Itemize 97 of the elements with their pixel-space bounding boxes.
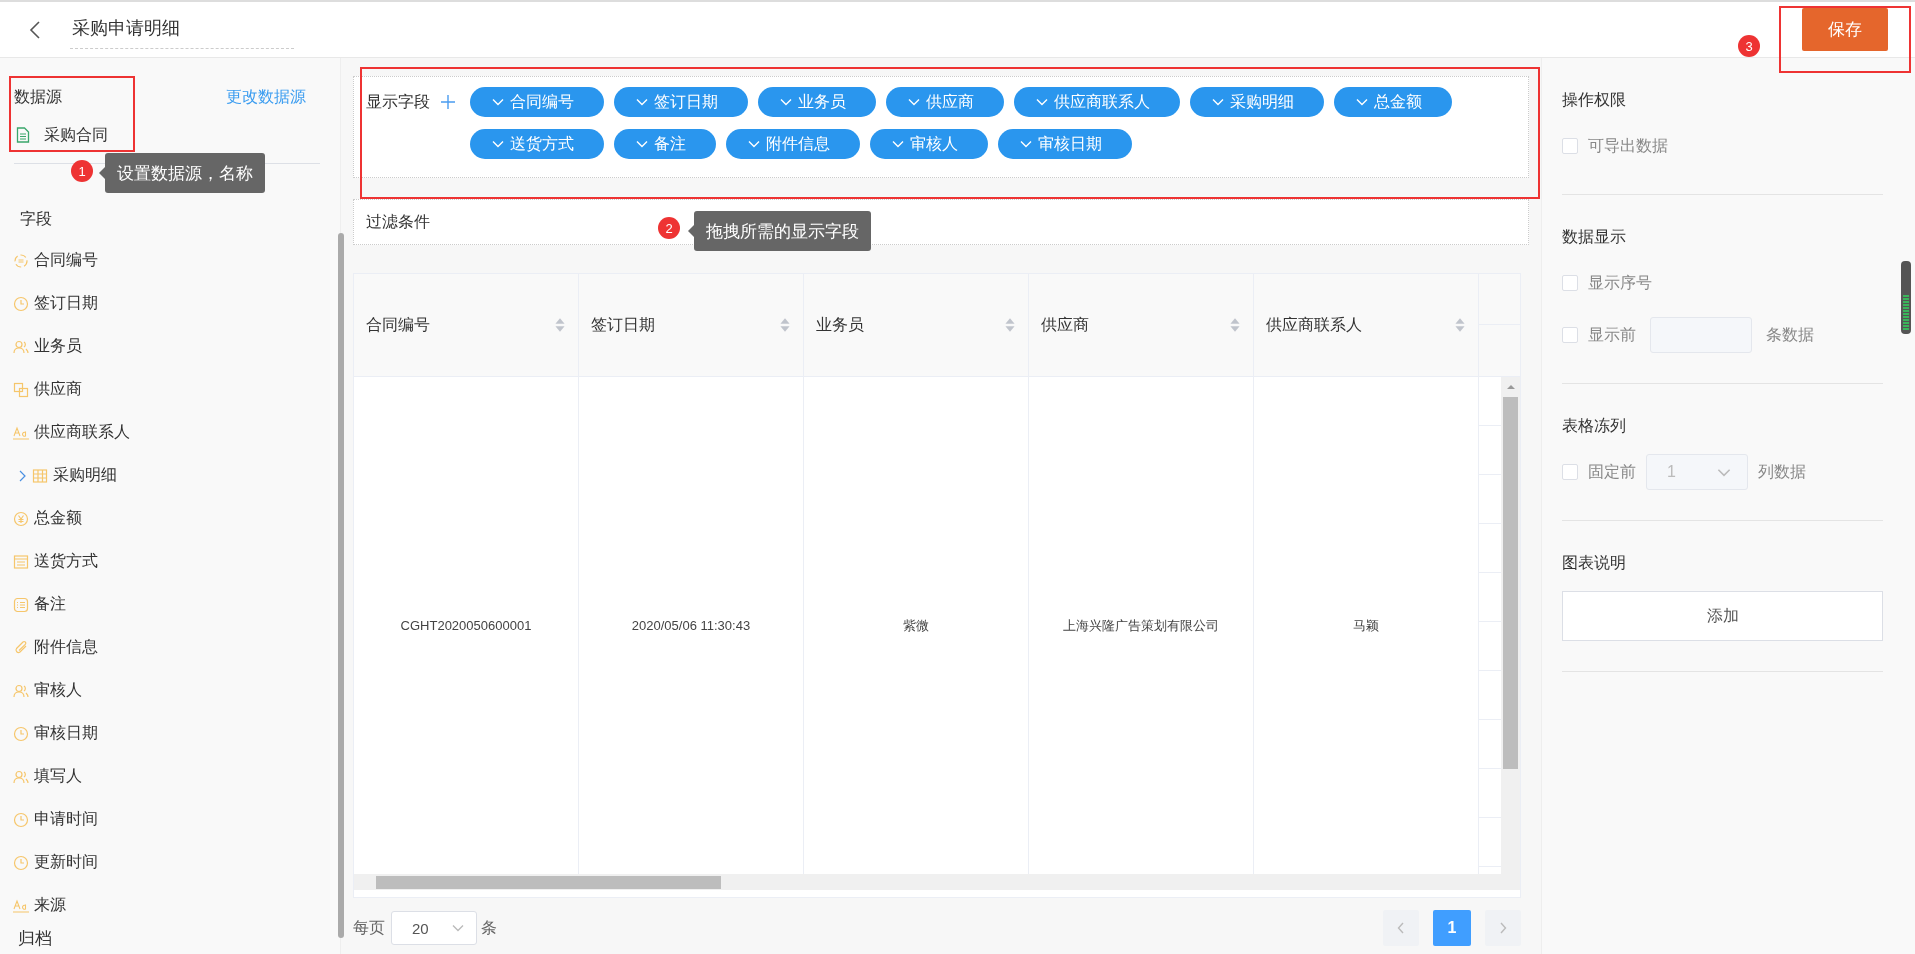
option-label: 条数据: [1766, 324, 1814, 345]
sort-icon[interactable]: [1229, 317, 1241, 333]
list-box-icon: [13, 553, 29, 570]
field-item[interactable]: 附件信息: [0, 626, 340, 669]
checkbox[interactable]: [1562, 275, 1578, 291]
chevron-down-icon: [892, 140, 904, 148]
tooltip-pointer-icon: [688, 225, 694, 237]
sort-icon[interactable]: [1004, 317, 1016, 333]
field-item[interactable]: 合同编号: [0, 239, 340, 282]
page-size-select[interactable]: 20: [391, 911, 477, 945]
chevron-down-icon: [1212, 98, 1224, 106]
pager-label: 每页: [353, 917, 385, 938]
field-item[interactable]: 送货方式: [0, 540, 340, 583]
chevron-right-icon: [1499, 922, 1507, 934]
field-item[interactable]: 总金额: [0, 497, 340, 540]
grid-icon: [32, 467, 48, 484]
chevron-down-icon: [1036, 98, 1048, 106]
yen-coin-icon: [13, 510, 29, 527]
tooltip-pointer-icon: [99, 167, 105, 179]
scrollbar[interactable]: [338, 233, 344, 938]
section-label: 字段: [20, 209, 52, 229]
column-header[interactable]: 合同编号: [354, 274, 579, 377]
horizontal-scrollbar[interactable]: [354, 874, 1520, 890]
option-label: 固定前: [1588, 461, 1636, 482]
text-icon: [13, 424, 29, 441]
chevron-left-icon: [1397, 922, 1405, 934]
scroll-up-icon[interactable]: [1506, 383, 1515, 391]
clock-icon: [13, 811, 29, 828]
section-label: 数据源: [14, 87, 62, 107]
clock-icon: [13, 854, 29, 871]
panel-label: 显示字段: [366, 92, 430, 112]
chevron-down-icon: [492, 98, 504, 106]
field-item[interactable]: 审核人: [0, 669, 340, 712]
field-item[interactable]: 采购明细: [0, 454, 340, 497]
vertical-scrollbar[interactable]: [1501, 377, 1520, 874]
field-item[interactable]: 备注: [0, 583, 340, 626]
chevron-down-icon: [636, 98, 648, 106]
chevron-down-icon: [1717, 467, 1731, 477]
option-label: 显示前: [1588, 324, 1636, 345]
option-label: 列数据: [1758, 461, 1806, 482]
section-title: 数据显示: [1562, 227, 1627, 247]
section-title: 操作权限: [1562, 90, 1627, 110]
page-title[interactable]: 采购申请明细: [70, 10, 294, 49]
section-title: 表格冻列: [1562, 416, 1627, 436]
column-header[interactable]: 供应商联系人: [1254, 274, 1479, 377]
field-item[interactable]: 签订日期: [0, 282, 340, 325]
next-page-button[interactable]: [1485, 910, 1521, 946]
chevron-down-icon: [492, 140, 504, 148]
option-label: 显示序号: [1588, 272, 1652, 293]
chevron-down-icon: [636, 140, 648, 148]
sort-icon[interactable]: [779, 317, 791, 333]
back-icon[interactable]: [28, 19, 42, 40]
source-name: 采购合同: [44, 125, 108, 145]
users-icon: [13, 682, 29, 699]
sort-icon[interactable]: [1454, 317, 1466, 333]
scrollbar[interactable]: [1901, 261, 1911, 334]
checkbox[interactable]: [1562, 464, 1578, 480]
users-icon: [13, 338, 29, 355]
chevron-down-icon: [1356, 98, 1368, 106]
pager-label: 条: [481, 917, 497, 938]
add-button[interactable]: 添加: [1562, 591, 1883, 641]
clock-icon: [13, 725, 29, 742]
column-header[interactable]: 签订日期: [579, 274, 804, 377]
column-header[interactable]: 供应商: [1029, 274, 1254, 377]
paperclip-icon: [13, 639, 29, 656]
note-icon: [13, 596, 29, 613]
field-item[interactable]: 业务员: [0, 325, 340, 368]
add-icon[interactable]: [440, 94, 456, 110]
expand-icon[interactable]: [17, 469, 27, 482]
group-label: 归档: [18, 928, 52, 950]
previous-page-button[interactable]: [1383, 910, 1419, 946]
field-item[interactable]: 来源: [0, 884, 340, 927]
chevron-down-icon: [908, 98, 920, 106]
field-item[interactable]: 供应商联系人: [0, 411, 340, 454]
sync-icon: [13, 252, 29, 269]
checkbox[interactable]: [1562, 138, 1578, 154]
column-header[interactable]: 业务员: [804, 274, 1029, 377]
field-item[interactable]: 申请时间: [0, 798, 340, 841]
clock-icon: [13, 295, 29, 312]
section-title: 图表说明: [1562, 553, 1627, 573]
tooltip: 设置数据源，名称: [105, 153, 265, 193]
users-icon: [13, 768, 29, 785]
chevron-down-icon: [1020, 140, 1032, 148]
chevron-down-icon: [748, 140, 760, 148]
field-item[interactable]: 更新时间: [0, 841, 340, 884]
chevron-down-icon: [780, 98, 792, 106]
sort-icon[interactable]: [554, 317, 566, 333]
document-icon: [16, 127, 30, 143]
field-item[interactable]: 填写人: [0, 755, 340, 798]
option-label: 可导出数据: [1588, 135, 1668, 156]
field-item[interactable]: 审核日期: [0, 712, 340, 755]
checkbox[interactable]: [1562, 327, 1578, 343]
linked-squares-icon: [13, 381, 29, 398]
text-icon: [13, 897, 29, 914]
tooltip: 拖拽所需的显示字段: [694, 211, 871, 251]
chevron-down-icon: [452, 924, 464, 932]
field-item[interactable]: 供应商: [0, 368, 340, 411]
